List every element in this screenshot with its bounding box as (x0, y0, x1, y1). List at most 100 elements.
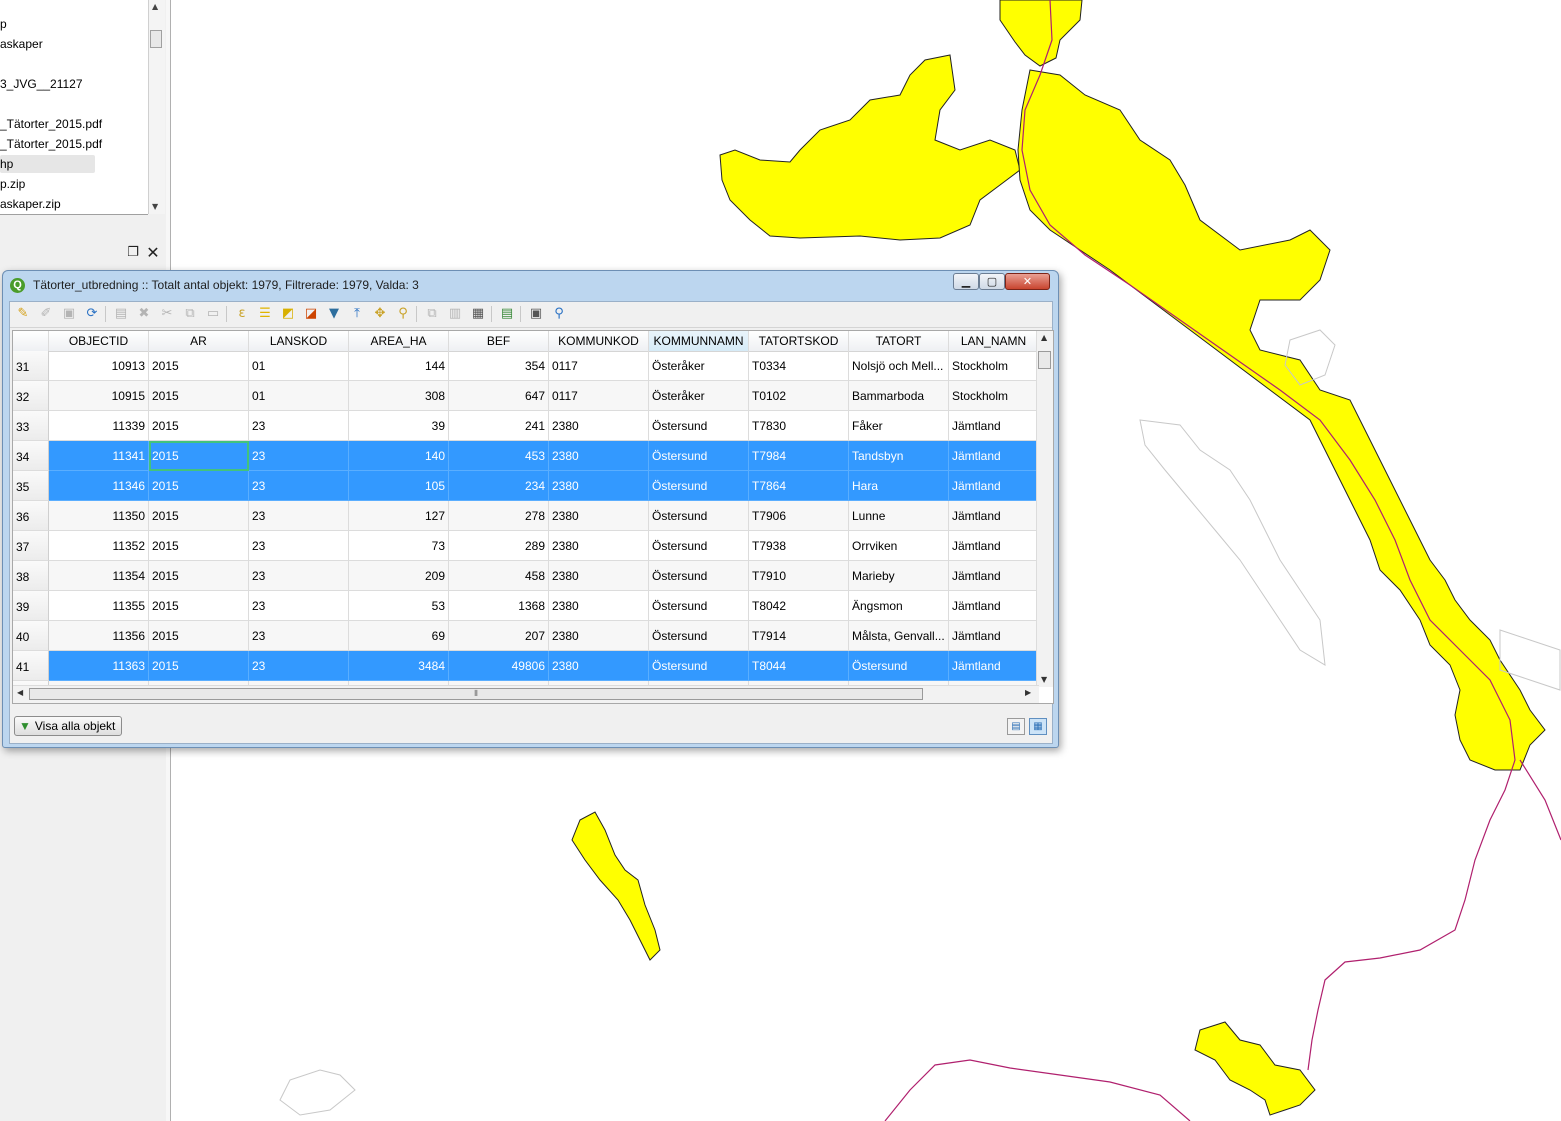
cell-tatort[interactable]: Orrviken (849, 531, 949, 561)
cell-lan-namn[interactable]: Stockholm (949, 351, 1039, 381)
cell-tatortskod[interactable]: T7830 (749, 411, 849, 441)
cell-ar[interactable]: 2015 (149, 411, 249, 441)
cell-lan-namn[interactable]: Jämtland (949, 441, 1039, 471)
cell-kommunnamn[interactable]: Östersund (649, 501, 749, 531)
copy-icon[interactable]: ⧉ (181, 305, 199, 323)
cell-objectid[interactable]: 10913 (49, 351, 149, 381)
file-item-selected[interactable]: hp (0, 155, 95, 173)
cut-icon[interactable]: ✂ (158, 305, 176, 323)
row-number[interactable]: 33 (13, 411, 49, 441)
cell-tatortskod[interactable]: T7938 (749, 531, 849, 561)
column-header-ar[interactable]: AR (149, 331, 249, 351)
cell-tatortskod[interactable]: T7914 (749, 621, 849, 651)
pan-to-selection-icon[interactable]: ✥ (371, 305, 389, 323)
cell-lanskod[interactable]: 01 (249, 351, 349, 381)
cell-tatort[interactable]: Lunne (849, 501, 949, 531)
cell-lan-namn[interactable]: Jämtland (949, 411, 1039, 441)
paste-rows-icon[interactable]: ▥ (446, 305, 464, 323)
cell-lanskod[interactable]: 01 (249, 381, 349, 411)
cell-lan-namn[interactable]: Jämtland (949, 531, 1039, 561)
cell-objectid[interactable]: 10915 (49, 381, 149, 411)
scroll-right-icon[interactable]: ▶ (1025, 688, 1031, 697)
cell-kommunnamn[interactable]: Österåker (649, 381, 749, 411)
table-row[interactable]: 41 11363 2015 23 3484 49806 2380 Östersund T8044… (13, 651, 1039, 681)
cell-lanskod[interactable]: 23 (249, 621, 349, 651)
pencil-icon[interactable]: ✎ (14, 305, 32, 323)
cell-objectid[interactable]: 11339 (49, 411, 149, 441)
cell-ar[interactable]: 2015 (149, 471, 249, 501)
cell-ar[interactable]: 2015 (149, 351, 249, 381)
cell-kommunnamn[interactable]: Östersund (649, 471, 749, 501)
cell-lan-namn[interactable]: Jämtland (949, 471, 1039, 501)
save-icon[interactable]: ▣ (60, 305, 78, 323)
cell-area-ha[interactable]: 308 (349, 381, 449, 411)
table-horizontal-scrollbar[interactable]: ◀ ⦀ ▶ (13, 685, 1039, 703)
scroll-up-icon[interactable]: ▲ (152, 2, 158, 11)
cell-kommunnamn[interactable]: Östersund (649, 441, 749, 471)
file-item[interactable]: askaper (0, 35, 148, 53)
cell-lanskod[interactable]: 23 (249, 531, 349, 561)
reload-icon[interactable]: ⟳ (83, 305, 101, 323)
cell-objectid[interactable]: 11341 (49, 441, 149, 471)
cell-lanskod[interactable]: 23 (249, 471, 349, 501)
cell-lanskod[interactable]: 23 (249, 441, 349, 471)
cell-kommunkod[interactable]: 0117 (549, 381, 649, 411)
cell-lanskod[interactable]: 23 (249, 651, 349, 681)
save-edits-icon[interactable]: ✐ (37, 305, 55, 323)
select-all-icon[interactable]: ☰ (256, 305, 274, 323)
cell-kommunkod[interactable]: 2380 (549, 651, 649, 681)
cell-bef[interactable]: 647 (449, 381, 549, 411)
cell-tatortskod[interactable]: T0334 (749, 351, 849, 381)
expression-select-icon[interactable]: ε (233, 305, 251, 323)
form-view-icon[interactable]: ▤ (1007, 718, 1025, 735)
maximize-button[interactable]: ▢ (979, 273, 1005, 290)
cell-lanskod[interactable]: 23 (249, 561, 349, 591)
column-header-tatort[interactable]: TATORT (849, 331, 949, 351)
scroll-thumb[interactable] (150, 30, 162, 48)
file-item[interactable]: _Tätorter_2015.pdf (0, 115, 148, 133)
new-field-icon[interactable]: ▤ (498, 305, 516, 323)
cell-kommunnamn[interactable]: Östersund (649, 591, 749, 621)
table-vertical-scrollbar[interactable]: ▲ ▼ (1036, 331, 1053, 687)
cell-lan-namn[interactable]: Jämtland (949, 651, 1039, 681)
cell-objectid[interactable]: 11356 (49, 621, 149, 651)
cell-lan-namn[interactable]: Jämtland (949, 561, 1039, 591)
column-header-area-ha[interactable]: AREA_HA (349, 331, 449, 351)
file-item[interactable]: p (0, 15, 148, 33)
cell-area-ha[interactable]: 69 (349, 621, 449, 651)
row-number[interactable]: 31 (13, 351, 49, 381)
cell-tatortskod[interactable]: T7910 (749, 561, 849, 591)
scroll-down-icon[interactable]: ▼ (1041, 675, 1047, 684)
show-all-features-button[interactable]: ▼ Visa alla objekt (14, 716, 123, 736)
cell-tatort[interactable]: Nolsjö och Mell... (849, 351, 949, 381)
scroll-thumb[interactable] (1038, 351, 1051, 369)
cell-kommunnamn[interactable]: Östersund (649, 531, 749, 561)
table-row[interactable]: 34 11341 2015 23 140 453 2380 Östersund T7984 Tan… (13, 441, 1039, 471)
table-row[interactable]: 36 11350 2015 23 127 278 2380 Östersund T7906 Lun… (13, 501, 1039, 531)
cell-area-ha[interactable]: 127 (349, 501, 449, 531)
table-row[interactable]: 32 10915 2015 01 308 647 0117 Österåker T0102 Bam… (13, 381, 1039, 411)
scroll-left-icon[interactable]: ◀ (17, 688, 23, 697)
row-number[interactable]: 41 (13, 651, 49, 681)
cell-bef[interactable]: 207 (449, 621, 549, 651)
move-to-top-icon[interactable]: ⤒ (348, 305, 366, 323)
file-item[interactable]: p.zip (0, 175, 148, 193)
file-item[interactable]: 3_JVG__21127 (0, 75, 148, 93)
scroll-up-icon[interactable]: ▲ (1041, 333, 1047, 342)
cell-tatortskod[interactable]: T7984 (749, 441, 849, 471)
cell-tatort[interactable]: Ängsmon (849, 591, 949, 621)
column-header-lanskod[interactable]: LANSKOD (249, 331, 349, 351)
restore-icon[interactable]: ❐ (124, 244, 142, 262)
cell-ar[interactable]: 2015 (149, 561, 249, 591)
cell-kommunkod[interactable]: 2380 (549, 471, 649, 501)
cell-bef[interactable]: 278 (449, 501, 549, 531)
cell-ar[interactable]: 2015 (149, 621, 249, 651)
cell-kommunnamn[interactable]: Östersund (649, 651, 749, 681)
table-row[interactable]: 31 10913 2015 01 144 354 0117 Österåker T0334 Nol… (13, 351, 1039, 381)
cell-objectid[interactable]: 11363 (49, 651, 149, 681)
cell-tatort[interactable]: Hara (849, 471, 949, 501)
cell-lan-namn[interactable]: Stockholm (949, 381, 1039, 411)
paste-icon[interactable]: ▭ (204, 305, 222, 323)
zoom-map-icon[interactable]: ⚲ (550, 305, 568, 323)
cell-kommunkod[interactable]: 0117 (549, 351, 649, 381)
